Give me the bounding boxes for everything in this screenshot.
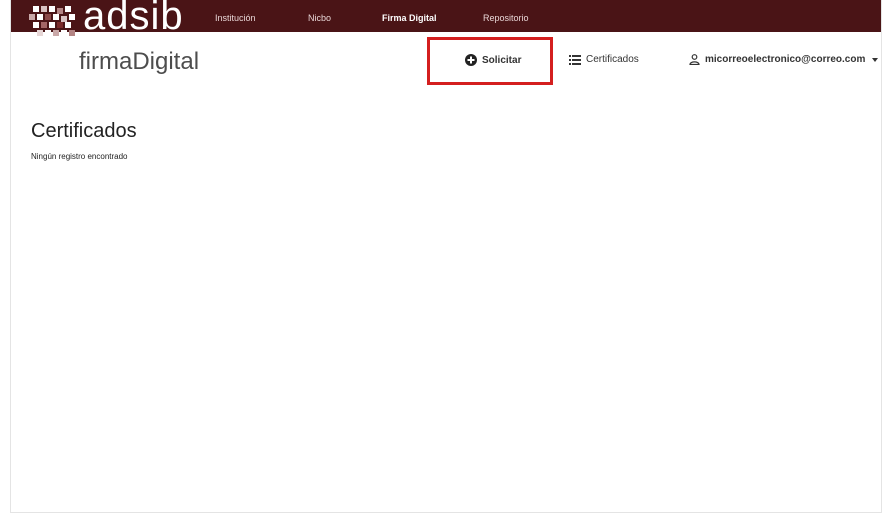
top-nav-repositorio[interactable]: Repositorio <box>483 13 529 23</box>
user-icon <box>689 54 700 65</box>
logo-mosaic-icon <box>29 6 75 36</box>
certificates-link[interactable]: Certificados <box>569 54 639 65</box>
caret-down-icon <box>872 57 879 62</box>
brand-subtitle: firmaDigital <box>79 48 200 75</box>
top-nav-institucion[interactable]: Institución <box>215 13 256 23</box>
user-menu[interactable]: micorreoelectronico@correo.com <box>689 54 879 65</box>
certificates-label: Certificados <box>586 54 639 65</box>
empty-state-message: Ningún registro encontrado <box>31 152 128 161</box>
top-nav-nicbo[interactable]: Nicbo <box>308 13 331 23</box>
list-icon <box>569 54 581 65</box>
top-nav-firma-digital[interactable]: Firma Digital <box>382 13 437 23</box>
page-title: Certificados <box>31 120 137 142</box>
highlight-annotation <box>427 37 553 85</box>
brand-logo-text: adsib <box>83 0 184 38</box>
app-window: adsib Institución Nicbo Firma Digital Re… <box>10 0 882 513</box>
user-email: micorreoelectronico@correo.com <box>705 54 866 65</box>
